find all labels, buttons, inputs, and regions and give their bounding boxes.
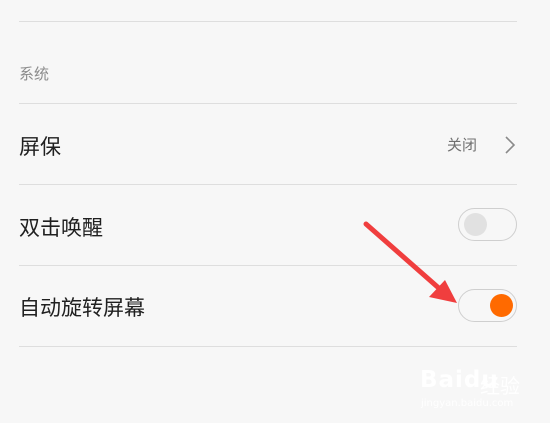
watermark-text: 经验 xyxy=(480,374,520,398)
annotation-arrow-icon xyxy=(363,221,457,303)
watermark-url: jingyan.baidu.com xyxy=(421,398,514,409)
